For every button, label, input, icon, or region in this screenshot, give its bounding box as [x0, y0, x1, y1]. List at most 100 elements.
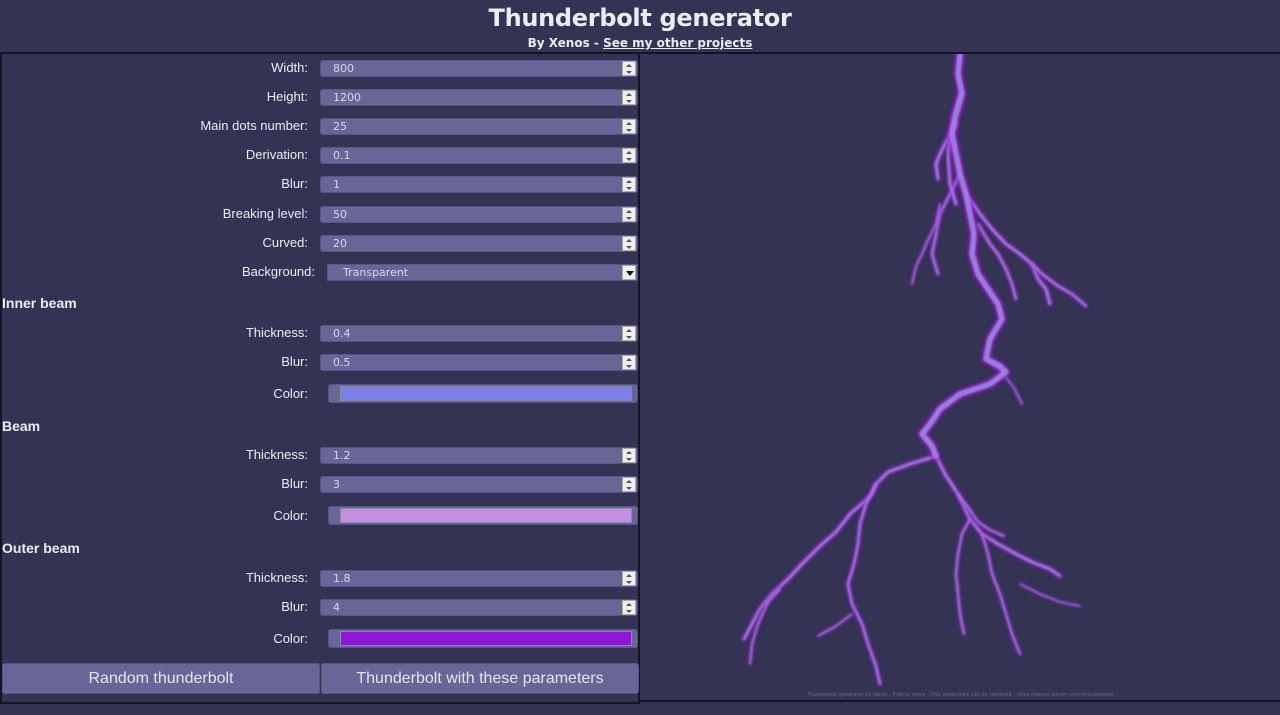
breaking-level-spinner[interactable] [622, 207, 636, 222]
inner-blur-value: 0.5 [333, 356, 351, 369]
inner-blur-input[interactable]: 0.5 [320, 354, 638, 371]
inner-color-swatch[interactable] [340, 386, 632, 401]
breaking-level-label: Breaking level: [222, 206, 308, 221]
bolt-branch-beam [742, 454, 938, 641]
spin-down-icon[interactable] [626, 487, 632, 490]
spin-up-icon[interactable] [626, 210, 632, 213]
beam-heading: Beam [2, 418, 41, 434]
spin-down-icon[interactable] [626, 129, 632, 132]
random-thunderbolt-button[interactable]: Random thunderbolt [2, 663, 320, 694]
breaking-level-input[interactable]: 50 [320, 206, 638, 223]
curved-label: Curved: [262, 235, 308, 250]
beam-color-row: Color: [2, 504, 638, 525]
breaking-level-value: 50 [333, 208, 347, 221]
height-row: Height: 1200 [2, 87, 638, 107]
height-input[interactable]: 1200 [320, 89, 638, 106]
spin-down-icon[interactable] [626, 71, 632, 74]
width-input[interactable]: 800 [320, 60, 638, 77]
derivation-input[interactable]: 0.1 [320, 147, 638, 164]
beam-color-label: Color: [273, 508, 308, 523]
beam-blur-spinner[interactable] [622, 477, 636, 492]
outer-thickness-row: Thickness: 1.8 [2, 568, 638, 588]
spin-down-icon[interactable] [626, 610, 632, 613]
curved-input[interactable]: 20 [320, 235, 638, 252]
inner-thickness-spinner[interactable] [622, 326, 636, 341]
main-dots-spinner[interactable] [622, 119, 636, 134]
width-label: Width: [271, 60, 308, 75]
blur-spinner[interactable] [622, 177, 636, 192]
outer-thickness-input[interactable]: 1.8 [320, 570, 638, 587]
lightning-bolt [741, 54, 1089, 687]
spin-down-icon[interactable] [626, 458, 632, 461]
width-spinner[interactable] [622, 61, 636, 76]
outer-blur-spinner[interactable] [622, 600, 636, 615]
spin-up-icon[interactable] [626, 603, 632, 606]
spin-up-icon[interactable] [626, 93, 632, 96]
spin-down-icon[interactable] [626, 365, 632, 368]
other-projects-link[interactable]: See my other projects [603, 36, 752, 50]
outer-thickness-value: 1.8 [333, 572, 351, 585]
main-dots-label: Main dots number: [200, 118, 308, 133]
outer-blur-input[interactable]: 4 [320, 599, 638, 616]
settings-panel: Width: 800 Height: 1200 Main dots number… [0, 52, 640, 704]
spin-up-icon[interactable] [626, 151, 632, 154]
beam-blur-label: Blur: [281, 476, 308, 491]
spin-down-icon[interactable] [626, 246, 632, 249]
spin-down-icon[interactable] [626, 336, 632, 339]
outer-thickness-spinner[interactable] [622, 571, 636, 586]
main-dots-input[interactable]: 25 [320, 118, 638, 135]
outer-color-label: Color: [273, 631, 308, 646]
beam-blur-input[interactable]: 3 [320, 476, 638, 493]
dropdown-button[interactable] [622, 265, 636, 280]
derivation-spinner[interactable] [622, 148, 636, 163]
inner-thickness-input[interactable]: 0.4 [320, 325, 638, 342]
author-text: By Xenos - [527, 36, 604, 50]
outer-blur-value: 4 [333, 601, 340, 614]
curved-spinner[interactable] [622, 236, 636, 251]
beam-color-picker[interactable] [328, 506, 638, 525]
spin-up-icon[interactable] [626, 122, 632, 125]
bolt-branch-beam [964, 192, 1052, 306]
beam-thickness-input[interactable]: 1.2 [320, 447, 638, 464]
spin-down-icon[interactable] [626, 581, 632, 584]
inner-blur-spinner[interactable] [622, 355, 636, 370]
page-title: Thunderbolt generator [488, 4, 792, 32]
spin-down-icon[interactable] [626, 217, 632, 220]
background-select[interactable]: Transparent [327, 264, 638, 281]
generate-with-params-button[interactable]: Thunderbolt with these parameters [321, 663, 639, 694]
height-spinner[interactable] [622, 90, 636, 105]
bolt-branch-outer [741, 453, 939, 642]
spin-up-icon[interactable] [626, 451, 632, 454]
height-label: Height: [266, 89, 308, 104]
background-label: Background: [242, 264, 315, 279]
spin-down-icon[interactable] [626, 187, 632, 190]
spin-down-icon[interactable] [626, 100, 632, 103]
bolt-branch-outer [1018, 582, 1082, 608]
thunderbolt-image [741, 54, 1089, 687]
derivation-value: 0.1 [333, 149, 351, 162]
beam-thickness-spinner[interactable] [622, 448, 636, 463]
spin-up-icon[interactable] [626, 239, 632, 242]
beam-color-swatch[interactable] [340, 508, 632, 523]
outer-blur-row: Blur: 4 [2, 597, 638, 617]
inner-blur-row: Blur: 0.5 [2, 352, 638, 372]
spin-up-icon[interactable] [626, 574, 632, 577]
spin-up-icon[interactable] [626, 358, 632, 361]
spin-up-icon[interactable] [626, 329, 632, 332]
inner-color-row: Color: [2, 382, 638, 403]
chevron-down-icon [626, 271, 634, 276]
outer-color-swatch[interactable] [340, 631, 632, 646]
bolt-branch-outer [933, 453, 1063, 579]
inner-color-picker[interactable] [328, 384, 638, 403]
inner-beam-heading: Inner beam [2, 295, 77, 311]
spin-down-icon[interactable] [626, 158, 632, 161]
blur-input[interactable]: 1 [320, 176, 638, 193]
width-row: Width: 800 [2, 58, 638, 78]
beam-blur-row: Blur: 3 [2, 474, 638, 494]
spin-up-icon[interactable] [626, 480, 632, 483]
spin-up-icon[interactable] [626, 180, 632, 183]
inner-color-label: Color: [273, 386, 308, 401]
outer-blur-label: Blur: [281, 599, 308, 614]
outer-color-picker[interactable] [328, 629, 638, 648]
spin-up-icon[interactable] [626, 64, 632, 67]
